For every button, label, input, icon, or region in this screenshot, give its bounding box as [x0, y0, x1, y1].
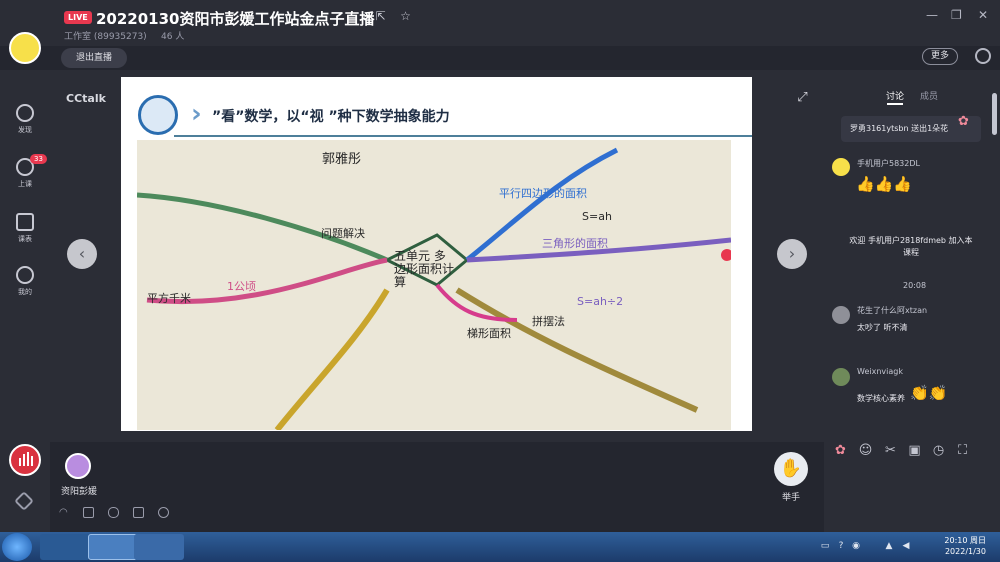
- chat-message-emoji: 👍👍👍: [856, 175, 913, 193]
- raise-hand-icon[interactable]: ✋: [774, 452, 808, 486]
- viewer-count: 46 人: [161, 32, 185, 42]
- screenshot-icon[interactable]: ⛶: [955, 443, 970, 458]
- presentation-slide: › ”看”数学，以“视 ”种下数学抽象能力 郭雅彤 问题解决 平行四边形的面积 …: [121, 77, 752, 431]
- mindmap-image: 郭雅彤 问题解决 平行四边形的面积 三角形的面积 梯形面积 S=ah S=ah÷…: [137, 140, 731, 430]
- clock-time: 20:10 周日: [944, 536, 986, 545]
- gift-text: 罗勇3161ytsbn 送出1朵花: [850, 124, 949, 133]
- volume-tray-icon[interactable]: ◀: [901, 541, 911, 551]
- help-tray-icon[interactable]: ?: [836, 541, 846, 551]
- tab-indicator: [887, 103, 903, 105]
- student-avatar[interactable]: [65, 453, 91, 479]
- clap-icon: 👏👏: [910, 384, 948, 402]
- chat-avatar[interactable]: [832, 158, 850, 176]
- live-badge: LIVE: [64, 11, 92, 24]
- system-clock[interactable]: 20:10 周日 2022/1/30: [936, 535, 986, 557]
- minimize-icon[interactable]: —: [926, 8, 938, 22]
- sidebar-item-schedule[interactable]: 课表: [0, 213, 50, 244]
- share-icon[interactable]: ⇱: [374, 10, 387, 23]
- flower-icon: ✿: [958, 114, 969, 129]
- cctalk-task-icon[interactable]: [88, 534, 138, 560]
- start-button-icon[interactable]: [2, 533, 32, 561]
- camera-icon[interactable]: [133, 507, 144, 518]
- close-icon[interactable]: ✕: [978, 8, 988, 22]
- user-avatar[interactable]: [9, 32, 41, 64]
- person-icon: [16, 266, 34, 284]
- sidebar-item-me[interactable]: 我的: [0, 266, 50, 297]
- chat-timestamp: 20:08: [903, 281, 927, 290]
- prev-slide-button[interactable]: ‹: [67, 239, 97, 269]
- mindmap-node: S=ah: [582, 210, 612, 223]
- page-title: 20220130资阳市彭媛工作站金点子直播: [96, 10, 375, 28]
- mindmap-node: 拼摆法: [532, 315, 565, 328]
- mindmap-node: 问题解决: [321, 227, 365, 240]
- chat-avatar[interactable]: [832, 306, 850, 324]
- exit-live-button[interactable]: 退出直播: [61, 48, 127, 68]
- mindmap-node: 1公顷: [227, 280, 256, 293]
- mindmap-center-node: 五单元 多边形面积计算: [394, 249, 455, 289]
- clock-icon[interactable]: ◷: [931, 443, 946, 458]
- folder-tray-icon[interactable]: ▭: [820, 541, 830, 551]
- mindmap-node: 梯形面积: [467, 327, 511, 340]
- sidebar-item-label: 发现: [18, 126, 32, 134]
- sidebar-item-class[interactable]: 33 上课: [0, 154, 50, 189]
- sidebar-item-label: 上课: [18, 180, 32, 188]
- group-subtitle: 工作室 (89935273): [64, 32, 147, 42]
- maximize-icon[interactable]: ❐: [951, 8, 962, 22]
- mindmap-node: 平方千米: [147, 292, 191, 305]
- slide-header: › ”看”数学，以“视 ”种下数学抽象能力: [121, 77, 752, 137]
- raise-hand-label: 举手: [782, 493, 801, 503]
- microphone-icon[interactable]: [108, 507, 119, 518]
- welcome-message: 欢迎 手机用户2818fdmeb 加入本课程: [849, 236, 973, 257]
- settings-icon[interactable]: [975, 48, 991, 64]
- favorite-icon[interactable]: ☆: [399, 10, 412, 23]
- screen-share-icon[interactable]: [158, 507, 169, 518]
- calendar-icon: [16, 213, 34, 231]
- unread-badge: 33: [30, 154, 47, 164]
- more-button[interactable]: 更多: [922, 48, 958, 65]
- fullscreen-icon[interactable]: ⤢: [794, 89, 811, 106]
- school-logo-icon: [138, 95, 178, 135]
- clock-date: 2022/1/30: [944, 547, 986, 556]
- mindmap-node: S=ah÷2: [577, 295, 624, 308]
- student-name: 资阳彭媛: [61, 487, 98, 497]
- student-area: [50, 442, 824, 532]
- compass-icon: [16, 104, 34, 122]
- sidebar-item-label: 课表: [18, 235, 32, 243]
- chevron-icon: ›: [191, 99, 202, 129]
- sidebar-item-label: 我的: [18, 288, 32, 296]
- chat-scrollbar[interactable]: [992, 93, 997, 135]
- scissors-icon[interactable]: ✂: [883, 443, 898, 458]
- wifi-icon: ◠: [59, 507, 68, 518]
- sidebar-item-discover[interactable]: 发现: [0, 104, 50, 135]
- chat-username: 花生了什么阿xtzan: [857, 306, 928, 315]
- mindmap-node: 三角形的面积: [542, 237, 608, 250]
- chat-avatar[interactable]: [832, 368, 850, 386]
- image-icon[interactable]: ▣: [907, 443, 922, 458]
- signal-icon[interactable]: [9, 444, 41, 476]
- slide-title: ”看”数学，以“视 ”种下数学抽象能力: [212, 109, 450, 125]
- mindmap-node: 平行四边形的面积: [499, 187, 587, 200]
- speaker-icon[interactable]: [83, 507, 94, 518]
- flower-gift-icon[interactable]: ✿: [833, 443, 848, 458]
- next-slide-button[interactable]: ›: [777, 239, 807, 269]
- arrow-up-tray-icon[interactable]: ▲: [884, 541, 894, 551]
- network-tray-icon[interactable]: ◉: [851, 541, 861, 551]
- chat-username: Weixnviagk: [857, 367, 903, 376]
- tab-members[interactable]: 成员: [920, 89, 938, 102]
- header-divider: [174, 135, 752, 137]
- emoji-icon[interactable]: ☺: [858, 443, 873, 458]
- chat-username: 手机用户5832DL: [857, 159, 920, 168]
- tab-discussion[interactable]: 讨论: [886, 89, 904, 102]
- chat-message: 太吵了 听不清: [857, 323, 908, 332]
- mindmap-author: 郭雅彤: [322, 152, 362, 167]
- phone-app-icon[interactable]: [134, 534, 184, 560]
- brand-label: CCtalk: [66, 92, 106, 105]
- chat-message: 数学核心素养: [857, 394, 905, 403]
- ie-icon[interactable]: [40, 534, 90, 560]
